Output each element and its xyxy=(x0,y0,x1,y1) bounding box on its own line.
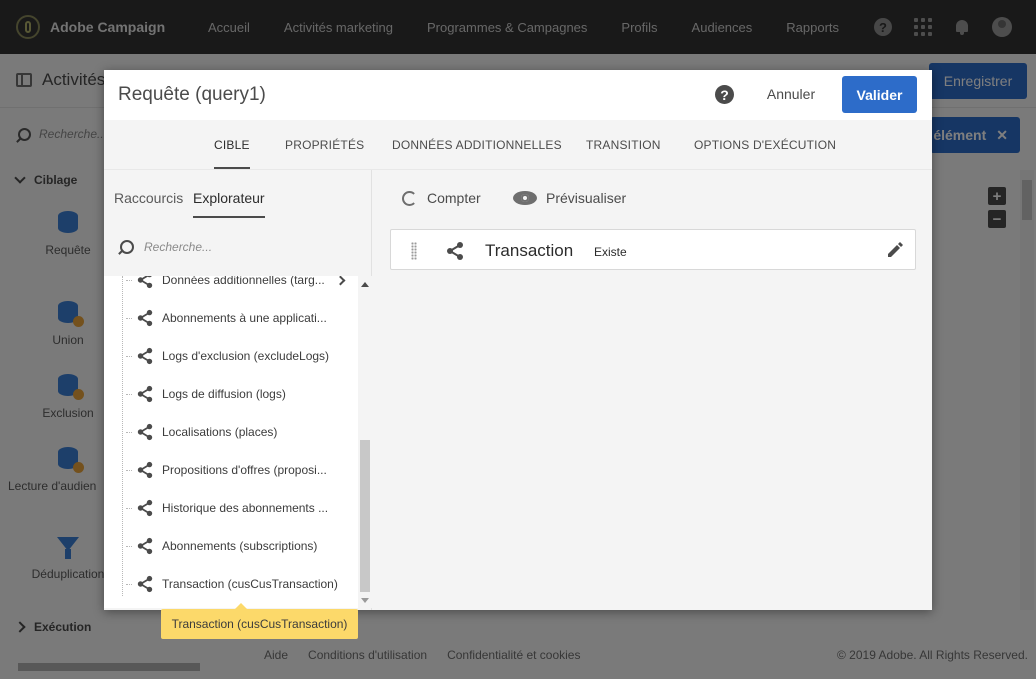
link-icon xyxy=(137,385,153,403)
tree-item[interactable]: Abonnements (subscriptions) xyxy=(126,534,358,558)
link-icon xyxy=(137,347,153,365)
condition-pane: Compter Prévisualiser Transaction Existe xyxy=(372,170,932,610)
link-icon xyxy=(447,242,463,260)
cancel-button[interactable]: Annuler xyxy=(756,83,826,105)
chevron-right-icon[interactable] xyxy=(335,276,346,285)
condition-name: Transaction xyxy=(485,241,574,260)
pencil-icon[interactable] xyxy=(885,240,905,260)
explorer-search[interactable]: Recherche... xyxy=(120,240,212,254)
subtab-shortcuts[interactable]: Raccourcis xyxy=(114,190,183,206)
schema-tree: Données additionnelles (targ... Abonnemen… xyxy=(104,276,358,608)
condition-operator: Existe xyxy=(594,245,627,259)
scroll-down-icon[interactable] xyxy=(361,598,369,603)
tree-item[interactable]: Abonnements à une applicati... xyxy=(126,306,358,330)
tab-transition[interactable]: TRANSITION xyxy=(586,138,661,152)
link-icon xyxy=(137,461,153,479)
tooltip: Transaction (cusCusTransaction) xyxy=(161,603,358,639)
tree-item-label: Abonnements à une applicati... xyxy=(162,311,327,325)
preview-button[interactable]: Prévisualiser xyxy=(513,190,626,206)
dialog-title: Requête (query1) xyxy=(118,84,266,105)
subtab-explorer[interactable]: Explorateur xyxy=(193,190,265,218)
tab-execution-options[interactable]: OPTIONS D'EXÉCUTION xyxy=(694,138,836,152)
link-icon xyxy=(137,575,153,593)
tree-item[interactable]: Localisations (places) xyxy=(126,420,358,444)
tree-item-label: Historique des abonnements ... xyxy=(162,501,329,515)
help-icon[interactable]: ? xyxy=(715,85,734,104)
count-button[interactable]: Compter xyxy=(402,190,481,206)
tree-item-label: Transaction (cusCusTransaction) xyxy=(162,577,338,591)
tree-item[interactable]: Transaction (cusCusTransaction) xyxy=(126,572,358,596)
tree-item-label: Logs de diffusion (logs) xyxy=(162,387,286,401)
refresh-icon xyxy=(402,190,417,206)
validate-button[interactable]: Valider xyxy=(842,76,917,113)
tree-item-label: Abonnements (subscriptions) xyxy=(162,539,318,553)
dialog-tabs: CIBLE PROPRIÉTÉS DONNÉES ADDITIONNELLES … xyxy=(104,120,932,170)
tree-item[interactable]: Données additionnelles (targ... xyxy=(126,276,358,292)
search-icon xyxy=(120,240,134,254)
link-icon xyxy=(137,276,153,289)
condition-row[interactable]: Transaction Existe xyxy=(390,229,916,270)
tab-additional-data[interactable]: DONNÉES ADDITIONNELLES xyxy=(392,138,562,152)
tree-item-label: Logs d'exclusion (excludeLogs) xyxy=(162,349,330,363)
query-dialog: Requête (query1) ? Annuler Valider CIBLE… xyxy=(104,70,932,610)
count-label: Compter xyxy=(427,190,481,206)
dialog-header: Requête (query1) ? Annuler Valider xyxy=(104,70,932,120)
scroll-up-icon[interactable] xyxy=(361,282,369,287)
preview-label: Prévisualiser xyxy=(546,190,627,206)
tree-item-label: Données additionnelles (targ... xyxy=(162,276,325,287)
drag-handle-icon[interactable] xyxy=(411,242,417,260)
tree-item[interactable]: Historique des abonnements ... xyxy=(126,496,358,520)
tree-item[interactable]: Propositions d'offres (proposi... xyxy=(126,458,358,482)
link-icon xyxy=(137,309,153,327)
tab-target[interactable]: CIBLE xyxy=(214,138,250,169)
link-icon xyxy=(137,423,153,441)
explorer-search-placeholder: Recherche... xyxy=(144,240,213,254)
link-icon xyxy=(137,537,153,555)
eye-icon xyxy=(513,191,537,205)
link-icon xyxy=(137,499,153,517)
tree-item[interactable]: Logs de diffusion (logs) xyxy=(126,382,358,406)
tree-item-label: Localisations (places) xyxy=(162,425,278,439)
tree-item-label: Propositions d'offres (proposi... xyxy=(162,463,327,477)
tree-item[interactable]: Logs d'exclusion (excludeLogs) xyxy=(126,344,358,368)
tab-properties[interactable]: PROPRIÉTÉS xyxy=(285,138,364,152)
tree-scrollbar[interactable] xyxy=(358,276,372,608)
